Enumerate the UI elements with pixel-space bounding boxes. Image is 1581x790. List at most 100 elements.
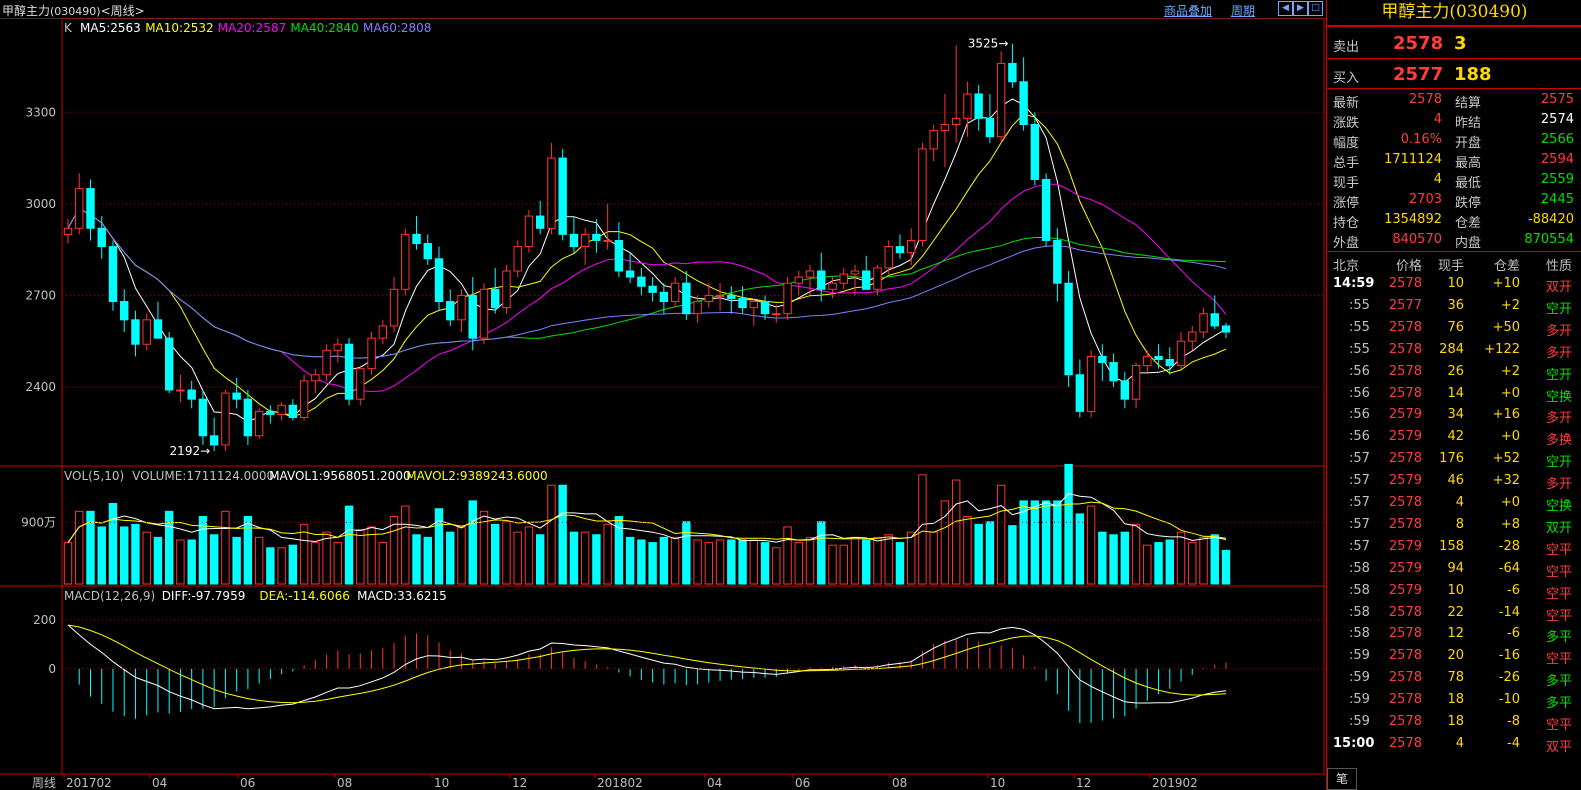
volume-bar <box>1154 542 1163 585</box>
tick-nature: 多开 <box>1545 477 1572 493</box>
volume-bar <box>805 536 815 585</box>
tick-row: :57 2578 8 +8 双开 <box>1327 514 1581 536</box>
tick-row: 15:00 2578 4 -4 双平 <box>1327 733 1581 755</box>
tick-volume: 4 <box>1455 495 1464 510</box>
candle-body <box>1210 313 1219 327</box>
tick-time: :57 <box>1349 516 1370 532</box>
candle-body <box>63 227 73 235</box>
tick-time: :58 <box>1349 604 1370 620</box>
macd-legend-2: DEA:-114.6066 <box>259 589 349 603</box>
tick-row: 14:59 2578 10 +10 双开 <box>1327 273 1581 295</box>
volume-bar <box>873 536 882 585</box>
volume-bar <box>1086 505 1096 585</box>
quote-row: 涨跌 4 昨结 2574 <box>1327 110 1581 131</box>
period-link[interactable]: 周期 <box>1231 2 1255 19</box>
candle-body <box>288 404 298 418</box>
candle-body <box>884 246 893 269</box>
high-marker: 3525→ <box>968 37 1009 51</box>
candle-body <box>760 301 770 315</box>
volume-bar <box>1199 536 1208 585</box>
tick-row: :58 2579 94 -64 空平 <box>1327 558 1581 580</box>
quote-label: 涨停 <box>1333 196 1360 211</box>
candle-body <box>164 337 174 391</box>
volume-bar <box>333 542 343 585</box>
ma10-line <box>67 113 1227 417</box>
volume-bar <box>468 500 477 585</box>
candle-body <box>412 233 421 245</box>
overlay-commodity-link[interactable]: 商品叠加 <box>1164 2 1212 19</box>
tick-nature: 空换 <box>1545 389 1572 405</box>
candle-body <box>1019 81 1028 126</box>
volume-bar <box>569 531 579 585</box>
nav-right-icon[interactable]: ▶ <box>1293 1 1308 16</box>
x-tick-label: 08 <box>892 776 907 790</box>
x-tick-label: 12 <box>512 776 527 790</box>
candle-body <box>187 389 196 400</box>
kline-chart[interactable]: 3300 3000 2700 2400 3525→ 2192→ K MA5:2563 MA10:… <box>0 18 1325 790</box>
tick-header-cell: 现手 <box>1437 259 1464 274</box>
x-tick-label: 04 <box>707 776 722 790</box>
tick-nature: 双平 <box>1545 739 1572 755</box>
nav-left-icon[interactable]: ◀ <box>1278 1 1293 16</box>
candle-body <box>367 337 376 370</box>
quote-label: 涨跌 <box>1333 116 1360 131</box>
tick-row: :59 2578 18 -8 空平 <box>1327 711 1581 733</box>
candle-body <box>479 288 489 339</box>
volume-bar <box>1019 500 1028 585</box>
kline-label: K <box>64 21 73 35</box>
tick-price: 2577 <box>1388 297 1422 313</box>
quote-value: 2594 <box>1540 152 1574 167</box>
candle-body <box>682 282 691 315</box>
tick-volume: 26 <box>1447 363 1464 379</box>
volume-bar <box>502 521 511 585</box>
tick-price: 2578 <box>1388 451 1422 467</box>
tick-row: :55 2578 284 +122 多开 <box>1327 339 1581 361</box>
volume-bar <box>715 539 725 585</box>
quote-panel: 甲醇主力(030490) 卖出 2578 3 买入 2577 188 最新 257… <box>1326 0 1581 790</box>
volume-bar <box>1188 542 1197 585</box>
tick-time: :55 <box>1349 297 1370 313</box>
x-tick-label: 08 <box>337 776 352 790</box>
x-tick-label: 201702 <box>66 776 112 790</box>
candle-body <box>254 410 264 437</box>
volume-bar <box>322 531 331 585</box>
candle-body <box>333 343 343 351</box>
tick-volume: 12 <box>1447 626 1464 642</box>
volume-bar <box>277 547 286 585</box>
volume-bar <box>513 531 522 585</box>
x-tick-label: 10 <box>434 776 449 790</box>
volume-bar <box>592 534 601 585</box>
volume-bar <box>682 521 691 585</box>
tick-price: 2578 <box>1388 385 1422 401</box>
tick-price: 2578 <box>1388 626 1422 642</box>
volume-bar <box>862 539 871 585</box>
tick-row: :57 2579 158 -28 空平 <box>1327 536 1581 558</box>
restore-icon[interactable]: □ <box>1308 1 1323 16</box>
candle-body <box>243 398 253 437</box>
volume-bar <box>209 534 219 585</box>
tick-price: 2578 <box>1388 692 1422 708</box>
tick-nature: 空开 <box>1545 367 1572 383</box>
quote-value: 1354892 <box>1384 212 1442 227</box>
tick-time: :56 <box>1349 429 1370 445</box>
x-tick-label: 201802 <box>597 776 643 790</box>
volume-bar <box>356 529 365 585</box>
volume-bar <box>299 523 309 585</box>
tab-ticks[interactable]: 笔 <box>1327 768 1357 790</box>
tick-oi-change: -4 <box>1507 735 1520 751</box>
tick-row: :58 2578 22 -14 空平 <box>1327 602 1581 624</box>
candle-body <box>299 380 309 418</box>
candle-body <box>176 389 185 392</box>
ma20-line <box>67 183 1227 393</box>
volume-bar <box>491 523 500 585</box>
candle-body <box>356 368 365 400</box>
tick-volume: 42 <box>1447 429 1464 445</box>
tick-oi-change: -28 <box>1498 538 1520 554</box>
tick-time: :55 <box>1349 319 1370 335</box>
candle-body <box>209 435 219 446</box>
macd-legend-3: MACD:33.6215 <box>357 589 447 603</box>
candle-body <box>446 301 455 321</box>
candle-body <box>963 93 972 119</box>
tick-nature: 空平 <box>1545 586 1572 602</box>
volume-bar <box>906 531 916 585</box>
